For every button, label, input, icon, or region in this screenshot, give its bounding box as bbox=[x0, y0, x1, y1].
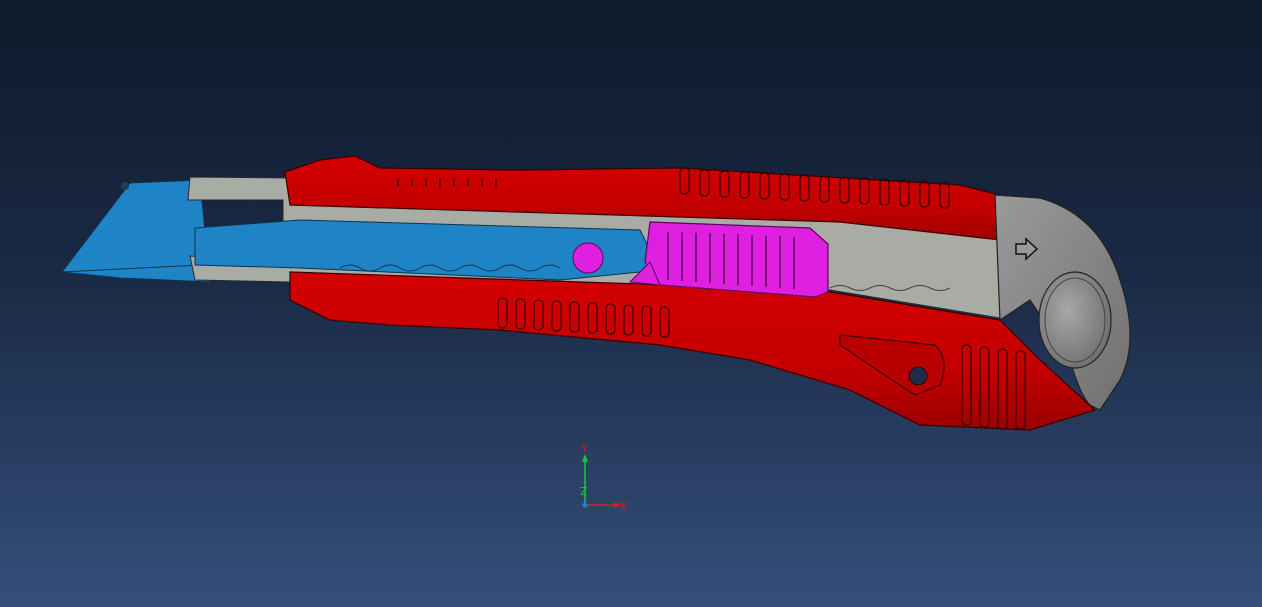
y-axis-label: Y bbox=[580, 442, 588, 455]
x-axis-label: X bbox=[620, 500, 628, 513]
end-cap-button bbox=[1038, 271, 1112, 369]
z-axis-origin bbox=[582, 502, 588, 508]
utility-knife-model[interactable] bbox=[0, 0, 1262, 607]
slider-button bbox=[644, 221, 829, 298]
axis-triad: Y Z X bbox=[580, 442, 628, 513]
blade bbox=[61, 179, 211, 283]
hanging-hole bbox=[908, 366, 928, 386]
slider-pin bbox=[572, 242, 604, 274]
3d-viewport[interactable]: Y Z X bbox=[0, 0, 1262, 607]
z-axis-label: Z bbox=[580, 485, 588, 498]
y-axis-arrow bbox=[582, 454, 588, 462]
